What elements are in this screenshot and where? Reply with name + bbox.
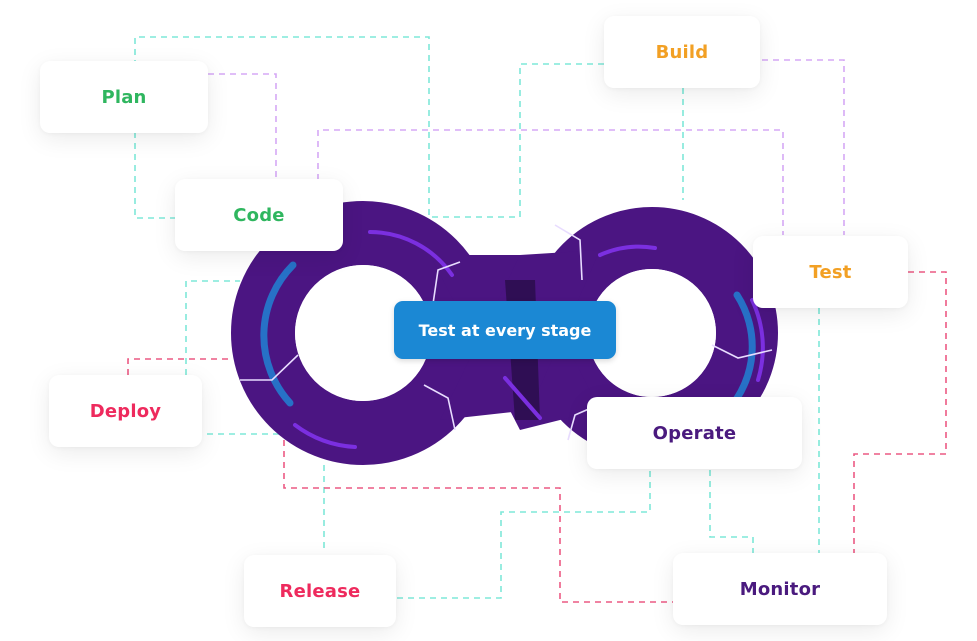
- stage-label-monitor: Monitor: [739, 578, 821, 600]
- stage-label-release: Release: [279, 580, 361, 602]
- stage-card-test[interactable]: Test: [753, 236, 908, 308]
- stage-card-monitor[interactable]: Monitor: [673, 553, 887, 625]
- stage-card-plan[interactable]: Plan: [40, 61, 208, 133]
- stage-label-code: Code: [233, 204, 285, 226]
- stage-card-code[interactable]: Code: [175, 179, 343, 251]
- stage-label-operate: Operate: [652, 422, 737, 444]
- stage-label-plan: Plan: [101, 86, 147, 108]
- stage-label-build: Build: [655, 41, 709, 63]
- stage-card-build[interactable]: Build: [604, 16, 760, 88]
- stage-card-release[interactable]: Release: [244, 555, 396, 627]
- stage-label-test: Test: [809, 261, 852, 283]
- center-label-text: Test at every stage: [418, 320, 592, 340]
- center-label-badge[interactable]: Test at every stage: [394, 301, 616, 359]
- stage-card-operate[interactable]: Operate: [587, 397, 802, 469]
- stage-label-deploy: Deploy: [89, 400, 162, 422]
- stage-card-deploy[interactable]: Deploy: [49, 375, 202, 447]
